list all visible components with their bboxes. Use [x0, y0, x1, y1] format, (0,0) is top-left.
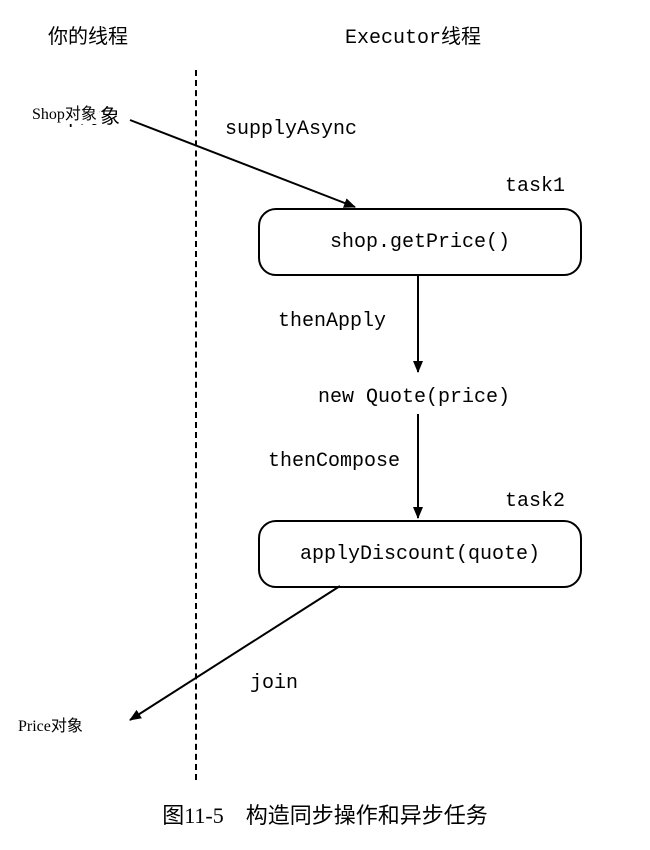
figure-caption: 图11-5 构造同步操作和异步任务 [0, 798, 650, 830]
join-arrow [0, 0, 650, 850]
join-label: join [250, 672, 298, 695]
price-object-label: Price对象 [18, 712, 83, 736]
